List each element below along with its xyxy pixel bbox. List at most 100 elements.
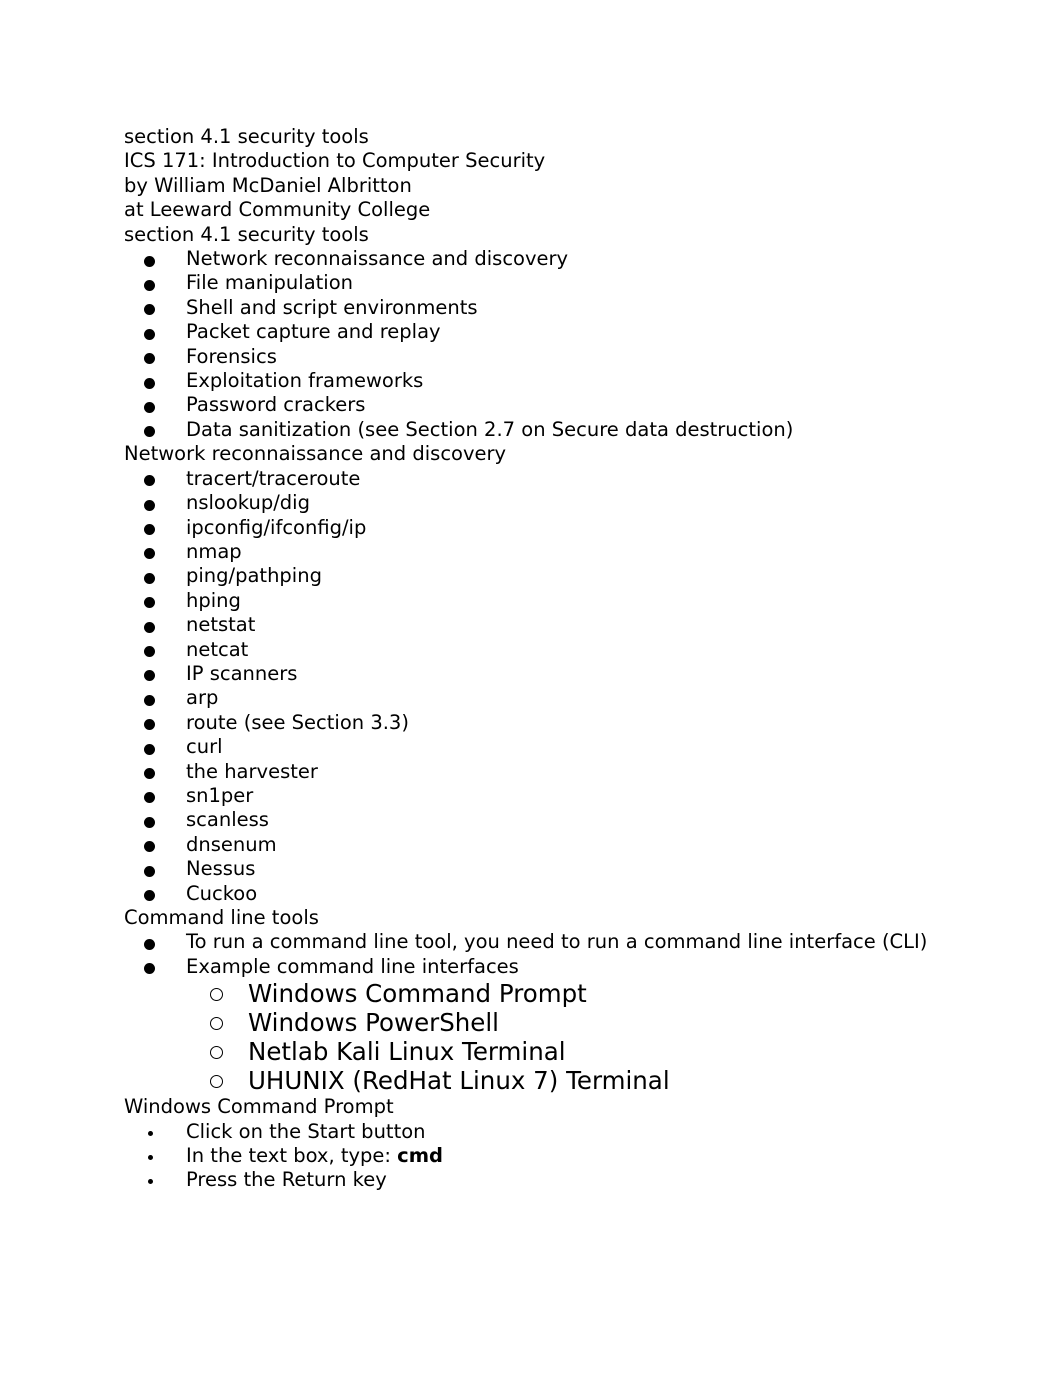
bullet-dot-icon: [148, 1130, 153, 1136]
bullet-disc-icon: [144, 694, 155, 706]
title-line-3: by William McDaniel Albritton: [124, 173, 412, 197]
list-item: IP scanners: [124, 662, 1004, 686]
list-item: nslookup/dig: [124, 491, 1004, 515]
bullet-disc-icon: [144, 304, 155, 316]
list-item-label: Example command line interfaces: [186, 954, 519, 978]
list-item-label: Password crackers: [186, 393, 366, 417]
list-item-label: tracert/traceroute: [186, 466, 361, 490]
list-item-label: Network reconnaissance and discovery: [186, 247, 569, 271]
list-item: Packet capture and replay: [124, 320, 1004, 344]
bullet-disc-icon: [144, 353, 155, 365]
section-heading-security-tools: section 4.1 security tools: [124, 222, 369, 246]
list-item: arp: [124, 686, 1004, 710]
list-item-label: Cuckoo: [186, 881, 258, 905]
list-item-label: Shell and script environments: [186, 295, 478, 319]
bullet-disc-icon: [144, 328, 155, 340]
list-item-label: Forensics: [186, 344, 277, 368]
step-label: In the text box, type:: [186, 1144, 398, 1168]
list-item-label: netcat: [186, 637, 249, 661]
bullet-disc-icon: [144, 890, 155, 902]
list-item-label: netstat: [186, 613, 256, 637]
list-item-label: scanless: [186, 808, 269, 832]
list-item: To run a command line tool, you need to …: [124, 930, 1004, 954]
list-item: File manipulation: [124, 271, 1004, 295]
list-item-label: ipconfig/ifconfig/ip: [186, 515, 367, 539]
bullet-disc-icon: [144, 597, 155, 609]
list-item: Netlab Kali Linux Terminal: [124, 1037, 1004, 1066]
bullet-disc-icon: [144, 475, 155, 487]
bullet-disc-icon: [144, 719, 155, 731]
list-item-label: Netlab Kali Linux Terminal: [248, 1037, 566, 1067]
bullet-circle-icon: [210, 1017, 223, 1031]
bullet-disc-icon: [144, 963, 155, 975]
list-item-label: IP scanners: [186, 661, 298, 685]
list-item: Shell and script environments: [124, 296, 1004, 320]
list-item-label: UHUNIX (RedHat Linux 7) Terminal: [248, 1066, 670, 1096]
list-item: the harvester: [124, 760, 1004, 784]
list-item-label: sn1per: [186, 783, 254, 807]
list-item-label: route (see Section 3.3): [186, 710, 409, 734]
list-item: Data sanitization (see Section 2.7 on Se…: [124, 418, 1004, 442]
title-block: section 4.1 security tools ICS 171: Intr…: [124, 125, 1004, 223]
step-emphasis: cmd: [397, 1144, 444, 1168]
list-item: Windows PowerShell: [124, 1008, 1004, 1037]
list-item: Press the Return key: [124, 1168, 1004, 1192]
bullet-disc-icon: [144, 841, 155, 853]
list-item: UHUNIX (RedHat Linux 7) Terminal: [124, 1066, 1004, 1095]
step-label: Click on the Start button: [186, 1119, 426, 1143]
list-item-label: the harvester: [186, 759, 318, 783]
document-content: section 4.1 security tools ICS 171: Intr…: [124, 125, 1004, 1193]
bullet-disc-icon: [144, 816, 155, 828]
list-item: Example command line interfaces: [124, 955, 1004, 979]
list-item-label: Data sanitization (see Section 2.7 on Se…: [186, 417, 794, 441]
list-item-label: Nessus: [186, 857, 256, 881]
cli-examples-list: Windows Command Prompt Windows PowerShel…: [124, 979, 1004, 1095]
section-heading-network-recon: Network reconnaissance and discovery: [124, 442, 507, 466]
list-item-label: File manipulation: [186, 271, 354, 295]
bullet-disc-icon: [144, 621, 155, 633]
command-line-tools-list: To run a command line tool, you need to …: [124, 930, 1004, 979]
list-item: Forensics: [124, 345, 1004, 369]
list-item-label: ping/pathping: [186, 564, 322, 588]
list-item-label: nslookup/dig: [186, 491, 310, 515]
list-item: ping/pathping: [124, 564, 1004, 588]
list-item-label: arp: [186, 686, 219, 710]
list-item: Windows Command Prompt: [124, 979, 1004, 1008]
bullet-disc-icon: [144, 548, 155, 560]
bullet-circle-icon: [210, 1075, 223, 1089]
bullet-circle-icon: [210, 988, 223, 1002]
list-item: scanless: [124, 808, 1004, 832]
bullet-disc-icon: [144, 670, 155, 682]
bullet-circle-icon: [210, 1046, 223, 1060]
list-item: Exploitation frameworks: [124, 369, 1004, 393]
list-item-label: hping: [186, 588, 241, 612]
list-item-label: curl: [186, 735, 223, 759]
bullet-disc-icon: [144, 792, 155, 804]
list-item-label: Windows PowerShell: [248, 1008, 499, 1038]
list-item: Nessus: [124, 857, 1004, 881]
bullet-disc-icon: [144, 938, 155, 950]
list-item-label: dnsenum: [186, 832, 277, 856]
list-item: tracert/traceroute: [124, 467, 1004, 491]
list-item: dnsenum: [124, 833, 1004, 857]
bullet-disc-icon: [144, 499, 155, 511]
network-recon-list: tracert/traceroute nslookup/dig ipconfig…: [124, 467, 1004, 906]
bullet-disc-icon: [144, 255, 155, 267]
list-item: ipconfig/ifconfig/ip: [124, 516, 1004, 540]
title-line-4: at Leeward Community College: [124, 198, 431, 222]
bullet-disc-icon: [144, 279, 155, 291]
list-item: Password crackers: [124, 393, 1004, 417]
bullet-dot-icon: [148, 1179, 153, 1185]
list-item: curl: [124, 735, 1004, 759]
bullet-dot-icon: [148, 1155, 153, 1161]
document-page: section 4.1 security tools ICS 171: Intr…: [0, 0, 1062, 1377]
list-item-label: To run a command line tool, you need to …: [186, 930, 928, 954]
list-item: netstat: [124, 613, 1004, 637]
list-item-label: Packet capture and replay: [186, 320, 441, 344]
list-item: route (see Section 3.3): [124, 711, 1004, 735]
bullet-disc-icon: [144, 377, 155, 389]
list-item: nmap: [124, 540, 1004, 564]
security-tools-list: Network reconnaissance and discovery Fil…: [124, 247, 1004, 442]
list-item-label: nmap: [186, 539, 242, 563]
bullet-disc-icon: [144, 524, 155, 535]
